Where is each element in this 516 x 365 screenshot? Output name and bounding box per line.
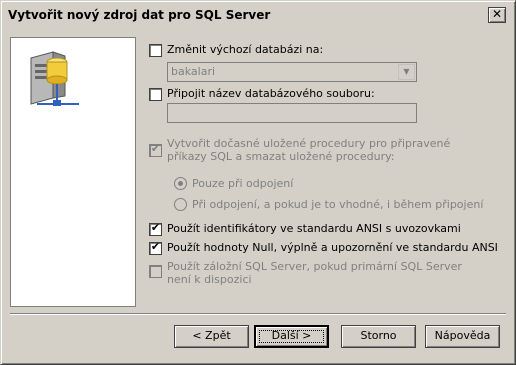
radio-only-on-disconnect-label: Pouze při odpojení — [192, 177, 294, 190]
ansi-quoted-identifiers-checkbox[interactable]: ✔ — [149, 221, 162, 236]
radio-on-disconnect-and-connected-label: Při odpojení, a pokud je to vhodné, i bě… — [192, 198, 484, 211]
checkmark-icon: ✔ — [150, 221, 161, 234]
close-button[interactable]: ✕ — [488, 7, 506, 23]
chevron-down-icon: ▼ — [398, 64, 415, 80]
dialog-window: Vytvořit nový zdroj dat pro SQL Server ✕… — [0, 0, 516, 365]
radio-selected-dot — [178, 181, 183, 186]
cancel-button-label: Storno — [360, 329, 397, 342]
create-temp-procs-label: Vytvořit dočasné uložené procedury pro p… — [167, 137, 451, 163]
ansi-nulls-checkbox[interactable]: ✔ — [149, 240, 162, 255]
db-file-input[interactable] — [167, 103, 417, 123]
radio-on-disconnect-and-connected[interactable] — [174, 198, 187, 211]
focus-rectangle — [259, 330, 324, 343]
attach-db-file-checkbox[interactable] — [149, 88, 162, 101]
left-image-panel — [10, 37, 136, 307]
ansi-quoted-identifiers-label: Použít identifikátory ve standardu ANSI … — [167, 222, 461, 235]
create-temp-procs-checkbox[interactable]: ✔ — [149, 142, 162, 157]
failover-server-label: Použít záložní SQL Server, pokud primárn… — [167, 260, 462, 286]
ansi-nulls-label: Použít hodnoty Null, výplně a upozornění… — [167, 241, 498, 254]
close-icon: ✕ — [491, 7, 503, 21]
radio-only-on-disconnect[interactable] — [174, 177, 187, 190]
title-bar: Vytvořit nový zdroj dat pro SQL Server ✕ — [4, 4, 512, 27]
failover-server-checkbox[interactable] — [149, 265, 162, 278]
back-button-label: < Zpět — [192, 329, 231, 342]
button-separator — [10, 313, 506, 315]
back-button[interactable]: < Zpět — [174, 325, 249, 348]
change-default-db-label: Změnit výchozí databázi na: — [167, 43, 324, 56]
database-server-icon — [30, 51, 79, 106]
attach-db-file-label: Připojit název databázového souboru: — [167, 87, 375, 100]
cancel-button[interactable]: Storno — [341, 325, 416, 348]
window-title: Vytvořit nový zdroj dat pro SQL Server — [8, 8, 271, 22]
default-db-combobox[interactable]: bakalari ▼ — [167, 62, 417, 82]
change-default-db-checkbox[interactable] — [149, 44, 162, 57]
help-button-label: Nápověda — [434, 329, 491, 342]
next-button[interactable]: Další > — [254, 325, 329, 348]
help-button[interactable]: Nápověda — [425, 325, 500, 348]
default-db-value: bakalari — [171, 65, 216, 78]
checkmark-icon: ✔ — [150, 240, 161, 253]
checkmark-icon: ✔ — [150, 142, 161, 155]
